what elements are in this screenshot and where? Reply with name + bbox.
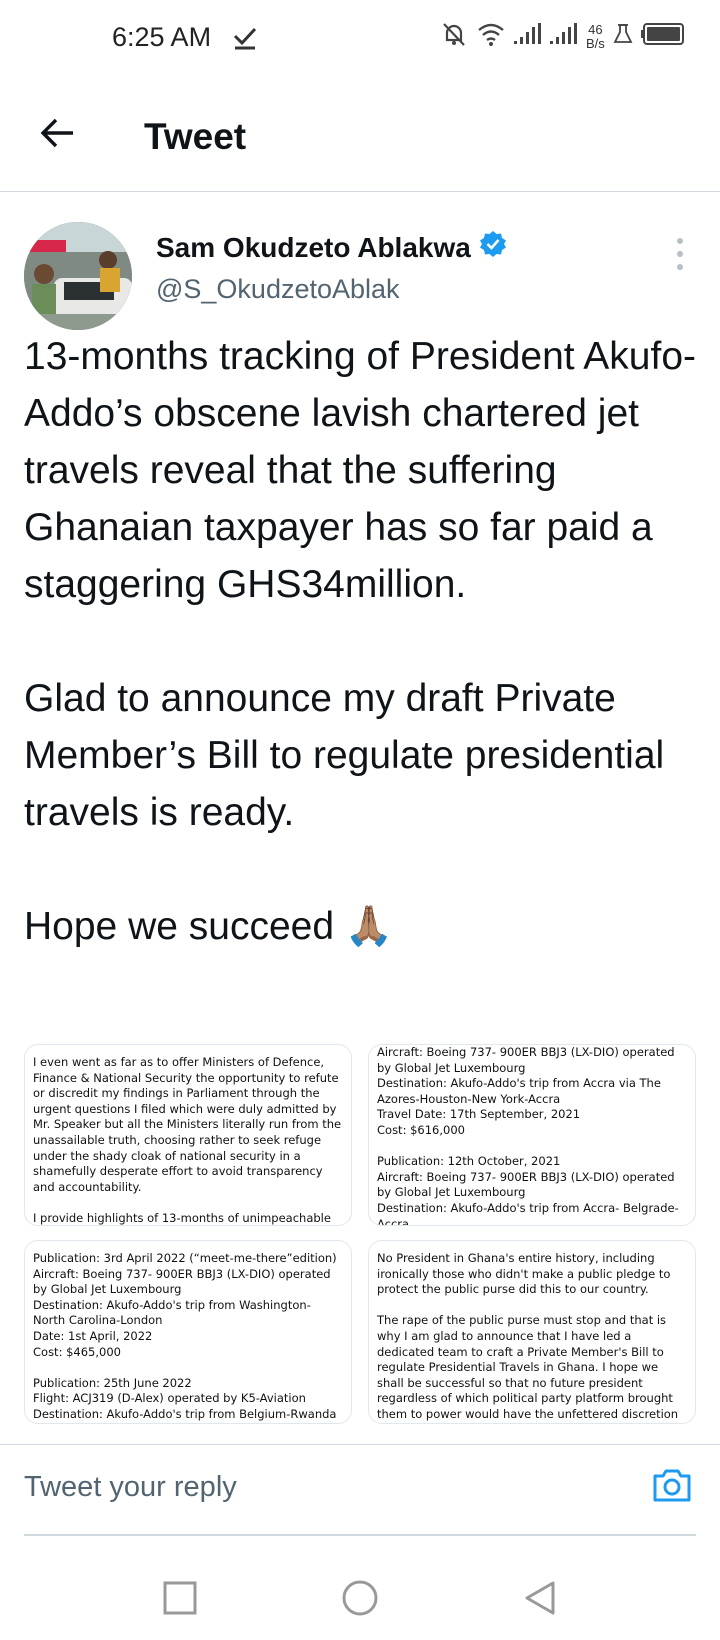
media-image-3[interactable]: Publication: 3rd April 2022 (“meet-me-th… — [24, 1240, 352, 1424]
media-image-1[interactable]: I even went as far as to offer Ministers… — [24, 1044, 352, 1226]
reply-bar: Tweet your reply — [0, 1444, 720, 1534]
reply-input[interactable]: Tweet your reply — [24, 1471, 237, 1504]
status-icons: 46 B/s — [440, 20, 685, 53]
home-icon — [341, 1579, 379, 1622]
media-image-4[interactable]: No President in Ghana's entire history, … — [368, 1240, 696, 1424]
camera-icon — [652, 1467, 692, 1508]
more-options-button[interactable] — [668, 234, 692, 274]
dot-icon — [677, 238, 683, 244]
net-speed: 46 B/s — [586, 21, 605, 51]
lab-icon — [613, 23, 633, 50]
net-speed-unit: B/s — [586, 35, 605, 51]
system-back-button[interactable] — [516, 1576, 564, 1624]
author-handle[interactable]: @S_OkudzetoAblak — [156, 274, 400, 305]
camera-button[interactable] — [648, 1463, 696, 1511]
arrow-left-icon — [39, 117, 75, 154]
tweet-header: Tweet — [0, 80, 720, 192]
mute-icon — [440, 20, 468, 53]
battery-icon — [640, 22, 685, 51]
tweet-author: Sam Okudzeto Ablakwa @S_OkudzetoAblak — [24, 222, 696, 330]
status-time: 6:25 AM — [112, 22, 212, 52]
dot-icon — [677, 264, 683, 270]
wifi-icon — [476, 21, 506, 52]
avatar[interactable] — [24, 222, 132, 330]
back-button[interactable] — [32, 110, 82, 160]
tweet-text: 13-months tracking of President Akufo-Ad… — [24, 335, 697, 948]
author-name[interactable]: Sam Okudzeto Ablakwa — [156, 230, 507, 265]
dot-icon — [677, 251, 683, 257]
page-title: Tweet — [144, 116, 247, 157]
recent-apps-icon — [163, 1581, 197, 1620]
media-grid: I even went as far as to offer Ministers… — [24, 1044, 696, 1424]
status-bar: 6:25 AM 46 B/s — [0, 0, 720, 80]
verified-icon — [479, 230, 507, 265]
author-name-text: Sam Okudzeto Ablakwa — [156, 231, 471, 263]
check-icon — [232, 24, 258, 55]
back-icon — [523, 1580, 557, 1621]
signal-icon — [550, 23, 578, 50]
signal-icon — [514, 23, 542, 50]
net-speed-value: 46 — [588, 21, 603, 37]
home-button[interactable] — [336, 1576, 384, 1624]
system-nav-bar — [0, 1560, 720, 1640]
reply-underline — [24, 1534, 696, 1536]
recent-apps-button[interactable] — [156, 1576, 204, 1624]
media-image-2[interactable]: Aircraft: Boeing 737- 900ER BBJ3 (LX-DIO… — [368, 1044, 696, 1226]
